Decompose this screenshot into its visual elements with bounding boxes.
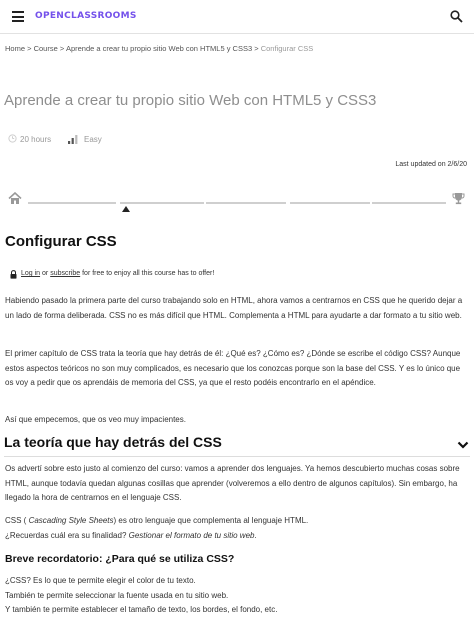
- css-full-name: Cascading Style Sheets: [28, 516, 114, 525]
- paragraph-css-uses: ¿CSS? Es lo que te permite elegir el col…: [5, 574, 470, 618]
- login-link[interactable]: Log in: [21, 270, 40, 277]
- search-icon[interactable]: [450, 10, 463, 23]
- login-prompt: Log in or subscribe for free to enjoy al…: [21, 270, 214, 277]
- breadcrumb-separator: >: [254, 44, 259, 53]
- paragraph-theory-overview: El primer capítulo de CSS trata la teorí…: [5, 349, 461, 387]
- current-position-marker-icon: [122, 206, 130, 212]
- progress-segment[interactable]: [290, 202, 370, 204]
- progress-segment[interactable]: [28, 202, 116, 204]
- progress-segment[interactable]: [372, 202, 446, 204]
- css-definition-start: CSS (: [5, 516, 29, 525]
- breadcrumb: Home > Course > Aprende a crear tu propi…: [5, 44, 313, 53]
- clock-icon: [8, 134, 17, 143]
- subsection-title: Breve recordatorio: ¿Para qué se utiliza…: [5, 553, 235, 565]
- breadcrumb-current: Configurar CSS: [260, 44, 314, 53]
- section-divider: [4, 456, 470, 457]
- css-use-font: También te permite seleccionar la fuente…: [5, 590, 229, 600]
- progress-segment[interactable]: [206, 202, 286, 204]
- css-definition-end: ) es otro lenguaje que complementa al le…: [113, 516, 309, 525]
- difficulty-bars-icon: [68, 135, 78, 144]
- paragraph-css-definition: CSS ( Cascading Style Sheets) es otro le…: [5, 514, 470, 543]
- breadcrumb-course[interactable]: Course: [34, 44, 58, 53]
- home-icon[interactable]: [8, 192, 22, 205]
- trophy-icon: [452, 193, 465, 205]
- chevron-down-icon[interactable]: [457, 440, 469, 450]
- chapter-progress-bar: [0, 190, 474, 214]
- course-title: Aprende a crear tu propio sitio Web con …: [4, 92, 377, 109]
- breadcrumb-course-name[interactable]: Aprende a crear tu propio sitio Web con …: [66, 44, 252, 53]
- course-difficulty: Easy: [84, 135, 102, 144]
- css-purpose-answer: Gestionar el formato de tu sitio web: [128, 530, 255, 540]
- subscribe-link[interactable]: subscribe: [50, 270, 80, 277]
- openclassrooms-logo[interactable]: OPENCLASSROOMS: [35, 11, 137, 21]
- course-duration: 20 hours: [20, 135, 52, 144]
- chapter-title: Configurar CSS: [5, 233, 117, 250]
- breadcrumb-separator: >: [59, 44, 65, 53]
- last-updated: Last updated on 2/6/20: [395, 161, 467, 168]
- hamburger-icon[interactable]: [12, 11, 24, 22]
- breadcrumb-separator: >: [27, 44, 32, 53]
- paragraph-two-languages: Os advertí sobre esto justo al comienzo …: [5, 464, 460, 502]
- css-purpose-question: ¿Recuerdas cuál era su finalidad?: [5, 530, 129, 540]
- login-or-text: or: [40, 270, 51, 277]
- lock-icon: [10, 270, 17, 279]
- progress-segment[interactable]: [120, 202, 204, 204]
- css-purpose-dot: .: [254, 530, 257, 540]
- breadcrumb-home[interactable]: Home: [5, 44, 25, 53]
- paragraph-intro: Habiendo pasado la primera parte del cur…: [5, 296, 463, 320]
- paragraph-lets-start: Así que empecemos, que os veo muy impaci…: [5, 415, 186, 424]
- css-use-size: Y también te permite establecer el tamañ…: [5, 605, 278, 614]
- login-suffix-text: for free to enjoy all this course has to…: [80, 270, 215, 277]
- top-navigation-bar: OPENCLASSROOMS: [0, 0, 474, 34]
- css-use-color: ¿CSS? Es lo que te permite elegir el col…: [5, 576, 196, 585]
- section-title: La teoría que hay detrás del CSS: [4, 434, 222, 450]
